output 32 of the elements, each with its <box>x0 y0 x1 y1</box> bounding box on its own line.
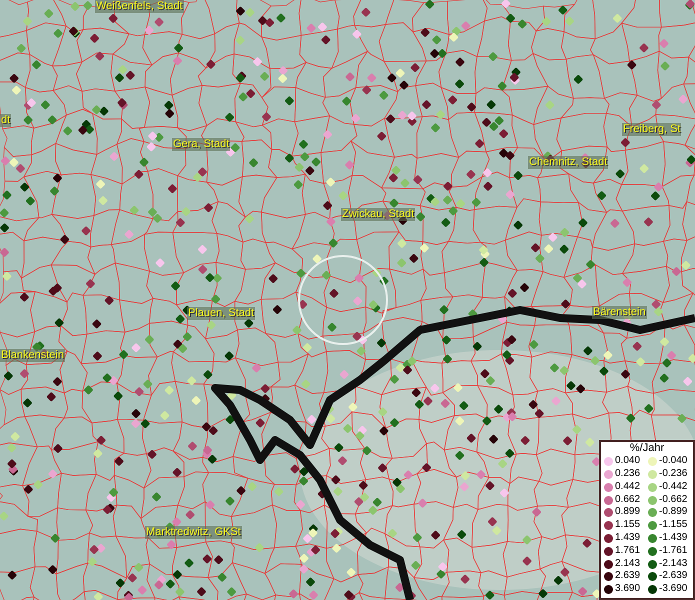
legend-value: 0.662 <box>615 494 642 506</box>
legend-value: -1.439 <box>659 532 688 545</box>
place-label: Blankenstein <box>0 349 65 362</box>
place-label: Gera, Stadt <box>172 138 230 151</box>
legend-value: 1.761 <box>615 544 642 558</box>
legend-value: -2.143 <box>659 558 688 570</box>
legend-value: -0.040 <box>659 455 688 468</box>
legend-value: -2.639 <box>659 570 688 584</box>
legend-value: 1.439 <box>615 532 642 545</box>
place-label: Freiberg, St <box>622 123 682 136</box>
legend-value: -1.155 <box>659 519 688 532</box>
legend-value: -1.761 <box>659 544 688 558</box>
legend-title: %/Jahr <box>628 442 666 456</box>
legend-value: 0.899 <box>615 506 642 520</box>
legend-value: -0.899 <box>659 506 688 520</box>
place-label: Plauen, Stadt <box>187 307 256 320</box>
legend-value: 3.690 <box>615 583 642 596</box>
legend-value: 0.442 <box>615 480 642 494</box>
place-label: Bärenstein <box>592 306 647 319</box>
legend-value: 1.155 <box>615 519 642 532</box>
legend-value: 2.143 <box>615 558 642 570</box>
place-label: Zwickau, Stadt <box>341 208 416 221</box>
place-label: Weißenfels, Stadt <box>95 0 184 13</box>
place-label: dt <box>0 114 12 127</box>
legend-value: -3.690 <box>659 583 688 596</box>
legend-value: 0.236 <box>615 468 642 481</box>
legend-value: -0.236 <box>659 468 688 481</box>
legend-value: 2.639 <box>615 570 642 584</box>
legend-value: -0.442 <box>659 480 688 494</box>
place-label: Marktredwitz, GKSt <box>145 526 242 539</box>
legend-value: -0.662 <box>659 494 688 506</box>
legend-value: 0.040 <box>615 455 642 468</box>
